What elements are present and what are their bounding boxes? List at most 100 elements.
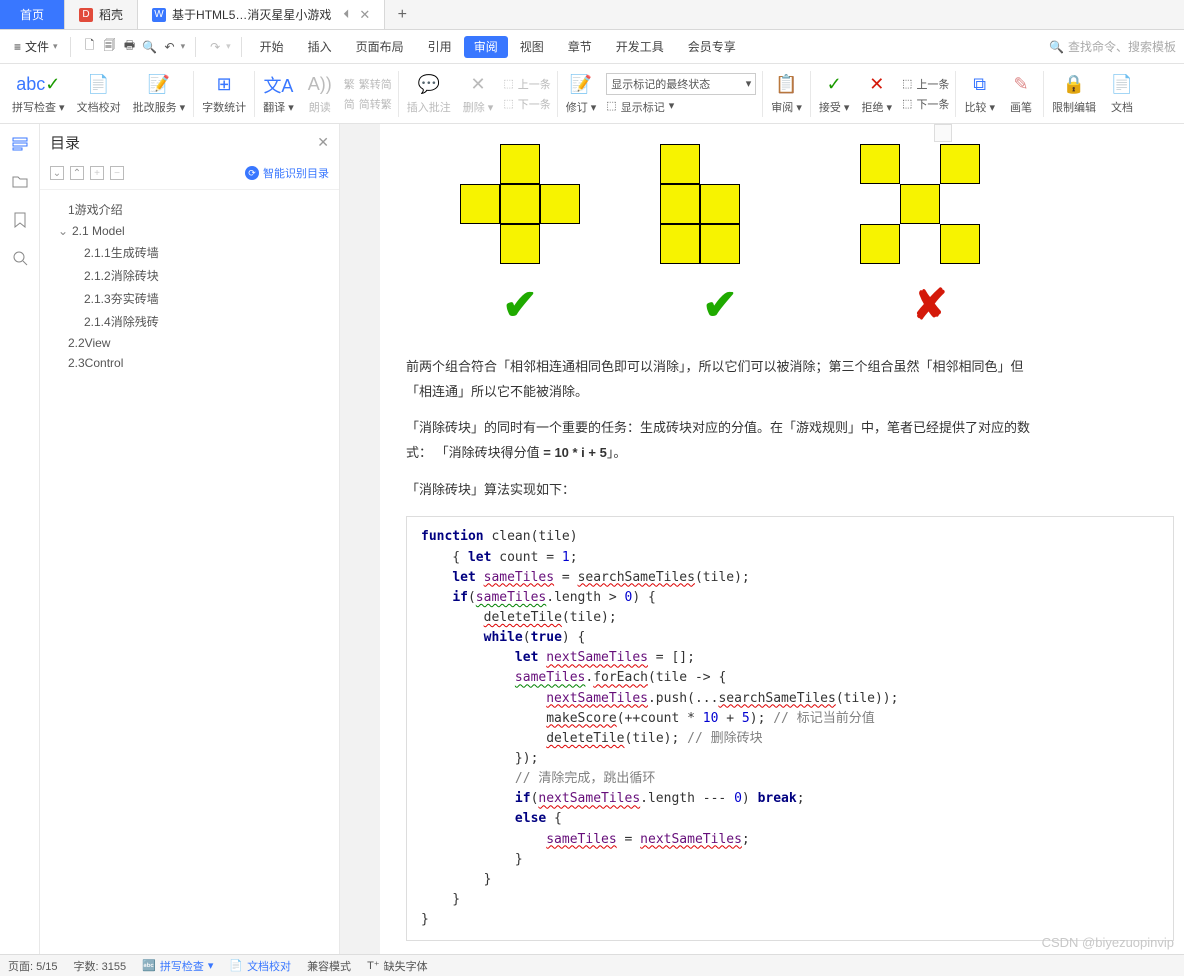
toc-item[interactable]: 2.1.4消除残砖 xyxy=(40,310,339,333)
bookmark-icon[interactable] xyxy=(10,210,30,230)
t2s-icon: 简 xyxy=(344,96,355,112)
toc-item[interactable]: 2.3Control xyxy=(40,353,339,373)
menu-insert[interactable]: 插入 xyxy=(296,31,344,63)
menu-chapter[interactable]: 章节 xyxy=(556,31,604,63)
menu-view[interactable]: 视图 xyxy=(508,31,556,63)
save-icon[interactable]: 🗋 xyxy=(81,38,99,56)
toc-item[interactable]: 1游戏介绍 xyxy=(40,198,339,221)
print-icon[interactable]: 🖶 xyxy=(121,38,139,56)
chevron-down-icon: ⌄ xyxy=(58,224,68,238)
preview-icon[interactable]: 🔍 xyxy=(141,38,159,56)
paragraph: 前两个组合符合「相邻相连通相同色即可以消除」，所以它们可以被消除；第三个组合虽然… xyxy=(400,349,1184,410)
review-button[interactable]: 📋审阅 ▾ xyxy=(765,73,808,115)
track-button[interactable]: 📝修订 ▾ xyxy=(560,73,603,115)
pin-icon[interactable]: ⏴ xyxy=(343,7,349,22)
marks-row: ✔ ✔ ✘ xyxy=(400,280,1184,349)
ruler-marker xyxy=(934,124,952,142)
close-icon[interactable]: ✕ xyxy=(359,7,370,23)
menu-ref[interactable]: 引用 xyxy=(416,31,464,63)
tab-docker[interactable]: D 稻壳 xyxy=(65,0,138,29)
word-count[interactable]: 字数: 3155 xyxy=(74,958,127,974)
compare-button[interactable]: ⧉比较 ▾ xyxy=(958,73,1001,115)
plus-icon[interactable]: + xyxy=(90,166,104,180)
chevron-down-icon: ▾ xyxy=(53,41,58,52)
search-placeholder: 查找命令、搜索模板 xyxy=(1068,38,1176,55)
toc-item[interactable]: 2.1.1生成砖墙 xyxy=(40,241,339,264)
watermark: CSDN @biyezuopinvip xyxy=(1042,935,1174,950)
file-label: 文件 xyxy=(25,38,49,55)
status-bar: 页面: 5/15 字数: 3155 🔤 拼写检查 ▾ 📄 文档校对 兼容模式 T… xyxy=(0,954,1184,976)
approve-button[interactable]: 📝批改服务 ▾ xyxy=(127,73,192,115)
convert-stack: 繁 繁转简 简 简转繁 xyxy=(340,75,396,113)
saveas-icon[interactable]: 🗐 xyxy=(101,38,119,56)
command-search[interactable]: 🔍 查找命令、搜索模板 xyxy=(1049,38,1176,55)
tab-document[interactable]: W 基于HTML5…消灭星星小游戏 ⏴ ✕ xyxy=(138,0,385,29)
menu-devtools[interactable]: 开发工具 xyxy=(604,31,676,63)
close-icon[interactable]: ✕ xyxy=(317,134,329,151)
menu-review[interactable]: 审阅 xyxy=(464,36,508,58)
paragraph: 「消除砖块」的同时有一个重要的任务：生成砖块对应的分值。在「游戏规则」中，笔者已… xyxy=(400,410,1184,471)
translate-button[interactable]: 文A翻译 ▾ xyxy=(257,73,300,115)
redo-icon[interactable]: ↷ xyxy=(206,38,224,56)
toc-item[interactable]: 2.1.3夯实砖墙 xyxy=(40,287,339,310)
chevron-down-icon[interactable]: ▾ xyxy=(181,41,186,52)
spell-status[interactable]: 🔤 拼写检查 ▾ xyxy=(142,958,213,974)
search-icon[interactable] xyxy=(10,248,30,268)
restrict-button[interactable]: 🔒限制编辑 xyxy=(1046,73,1102,115)
menu-layout[interactable]: 页面布局 xyxy=(344,31,416,63)
collapse-icon[interactable]: ⌄ xyxy=(50,166,64,180)
chevron-down-icon: ▾ xyxy=(746,77,752,90)
menu-bar: ≡ 文件 ▾ 🗋 🗐 🖶 🔍 ↶ ▾ ↷ ▾ 开始 插入 页面布局 引用 审阅 … xyxy=(0,30,1184,64)
delete-button: ✕删除 ▾ xyxy=(457,73,500,115)
doccheck-status[interactable]: 📄 文档校对 xyxy=(229,958,291,974)
insert-comment-button: 💬插入批注 xyxy=(401,73,457,115)
read-button: A))朗读 xyxy=(300,73,340,115)
undo-icon[interactable]: ↶ xyxy=(161,38,179,56)
new-tab-button[interactable]: + xyxy=(385,0,419,29)
document-area[interactable]: ✔ ✔ ✘ 前两个组合符合「相邻相连通相同色即可以消除」，所以它们可以被消除；第… xyxy=(340,124,1184,954)
auto-toc-button[interactable]: ⟳智能识别目录 xyxy=(245,165,329,181)
chevron-down-icon[interactable]: ▾ xyxy=(226,41,231,52)
accept-button[interactable]: ✓接受 ▾ xyxy=(813,73,856,115)
tab-bar: 首页 D 稻壳 W 基于HTML5…消灭星星小游戏 ⏴ ✕ + xyxy=(0,0,1184,30)
tab-label: 稻壳 xyxy=(99,6,123,23)
wordcount-button[interactable]: ⊞字数统计 xyxy=(196,73,252,115)
menu-vip[interactable]: 会员专享 xyxy=(676,31,748,63)
change-nav[interactable]: ⬚ 上一条 ⬚ 下一条 xyxy=(898,75,953,113)
page-status[interactable]: 页面: 5/15 xyxy=(8,958,58,974)
code-block: function clean(tile) { let count = 1; le… xyxy=(406,516,1174,941)
spell-check-button[interactable]: abc✓拼写检查 ▾ xyxy=(6,73,71,115)
compat-status[interactable]: 兼容模式 xyxy=(307,958,351,974)
page: ✔ ✔ ✘ 前两个组合符合「相邻相连通相同色即可以消除」，所以它们可以被消除；第… xyxy=(380,124,1184,954)
reject-button[interactable]: ✕拒绝 ▾ xyxy=(855,73,898,115)
menu-start[interactable]: 开始 xyxy=(248,31,296,63)
show-mark-button[interactable]: ⬚ 显示标记 ▾ xyxy=(606,99,756,115)
tab-label: 首页 xyxy=(20,6,44,23)
tab-label: 基于HTML5…消灭星星小游戏 xyxy=(172,6,331,23)
outline-icon[interactable] xyxy=(10,134,30,154)
file-menu[interactable]: ≡ 文件 ▾ xyxy=(8,38,64,55)
minus-icon[interactable]: − xyxy=(110,166,124,180)
search-icon: 🔍 xyxy=(1049,40,1064,54)
pen-button[interactable]: ✎画笔 xyxy=(1001,73,1041,115)
expand-icon[interactable]: ⌃ xyxy=(70,166,84,180)
shape-diagonal xyxy=(860,144,1000,274)
toc-title: 目录 xyxy=(50,132,80,153)
docpart-button[interactable]: 📄文档 xyxy=(1102,73,1142,115)
doc-check-button[interactable]: 📄文档校对 xyxy=(71,73,127,115)
menu-items: 开始 插入 页面布局 引用 审阅 视图 章节 开发工具 会员专享 xyxy=(248,31,748,63)
s2t-icon: 繁 xyxy=(344,76,355,92)
toc-item[interactable]: 2.1.2消除砖块 xyxy=(40,264,339,287)
shapes-row xyxy=(400,134,1184,280)
toc-item[interactable]: 2.2View xyxy=(40,333,339,353)
folder-icon[interactable] xyxy=(10,172,30,192)
docker-icon: D xyxy=(79,8,93,22)
missing-font[interactable]: T⁺ 缺失字体 xyxy=(367,958,428,974)
ribbon: abc✓拼写检查 ▾ 📄文档校对 📝批改服务 ▾ ⊞字数统计 文A翻译 ▾ A)… xyxy=(0,64,1184,124)
workspace: 目录 ✕ ⌄ ⌃ + − ⟳智能识别目录 1游戏介绍 ⌄2.1 Model 2.… xyxy=(0,124,1184,954)
side-rail xyxy=(0,124,40,954)
tab-home[interactable]: 首页 xyxy=(0,0,65,29)
toc-item[interactable]: ⌄2.1 Model xyxy=(40,221,339,241)
cross-icon: ✘ xyxy=(912,280,947,329)
display-mode-combo[interactable]: 显示标记的最终状态▾ xyxy=(606,73,756,95)
